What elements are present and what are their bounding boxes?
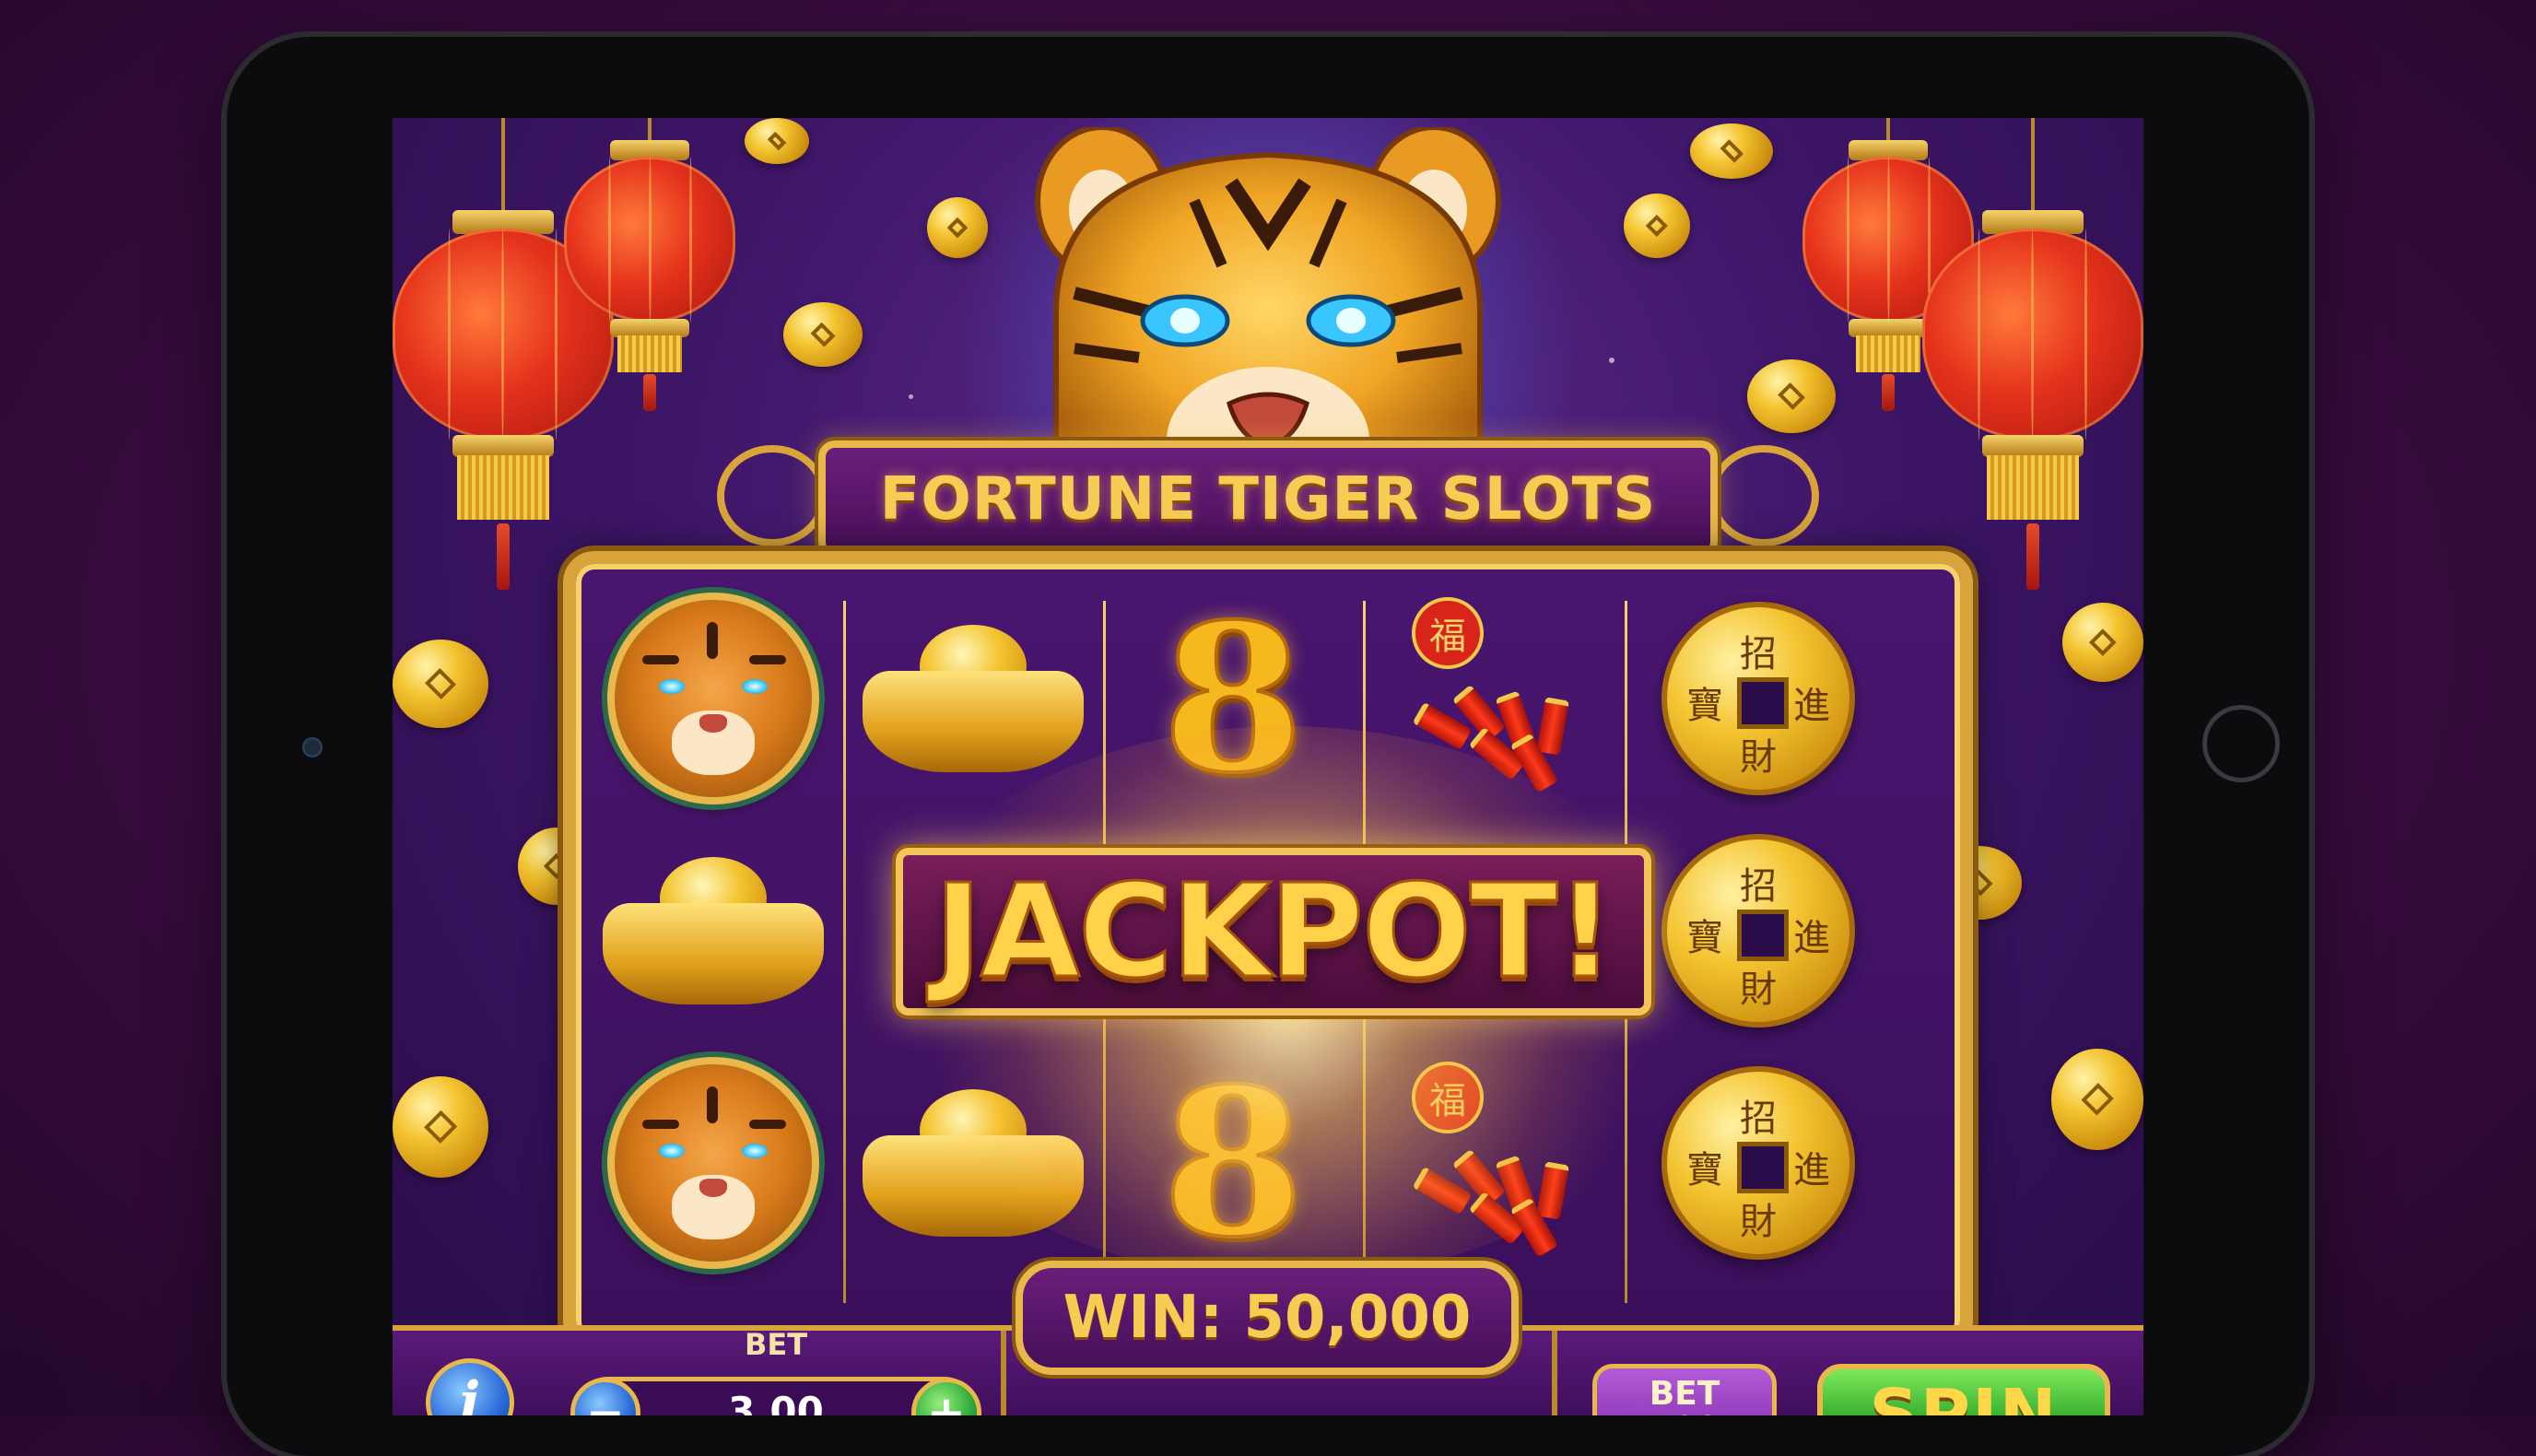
reel-1-row-2 — [589, 816, 838, 1045]
lantern-tail — [497, 523, 510, 590]
jackpot-text: JACKPOT! — [933, 855, 1616, 1008]
lantern-tassel — [1856, 335, 1920, 372]
title-ornament-right — [1708, 445, 1819, 546]
bet-value: 3.00 — [728, 1389, 824, 1415]
chinese-coin-icon: 招 寶 進 財 — [1661, 1066, 1855, 1260]
bet-100-line-1: BET — [1649, 1375, 1720, 1413]
coin-char-top: 招 — [1740, 633, 1777, 675]
gold-coin-icon — [927, 197, 988, 258]
home-button[interactable] — [2202, 705, 2280, 782]
lantern-cap — [1849, 319, 1928, 337]
lantern-left-small — [564, 118, 735, 413]
lantern-cap — [610, 319, 689, 337]
gold-coin-icon — [1747, 359, 1836, 433]
coin-char-bottom: 財 — [1740, 1201, 1777, 1243]
coin-char-bottom: 財 — [1740, 969, 1777, 1011]
lantern-cap — [452, 435, 554, 457]
lantern-body — [1922, 229, 2143, 440]
lantern-tail — [643, 374, 656, 411]
reel-divider — [843, 601, 846, 1303]
reel-1-row-3 — [589, 1049, 838, 1277]
lantern-tassel — [457, 455, 549, 520]
lantern-tassel — [617, 335, 682, 372]
lantern-string — [2031, 118, 2035, 219]
coin-char-right: 進 — [1793, 917, 1830, 959]
coin-char-left: 寶 — [1686, 685, 1723, 727]
bar-divider — [1001, 1331, 1006, 1415]
lantern-right-large — [1922, 118, 2143, 597]
tiger-symbol-icon — [607, 1057, 819, 1269]
gold-coin-icon — [783, 302, 863, 367]
gold-ingot-icon — [863, 625, 1084, 772]
gold-ingot-icon — [603, 857, 824, 1004]
coin-char-top: 招 — [1740, 865, 1777, 908]
game-title-plate: FORTUNE TIGER SLOTS — [818, 440, 1718, 558]
chinese-coin-icon: 招 寶 進 財 — [1661, 602, 1855, 795]
gold-coin-icon — [393, 1076, 488, 1178]
bet-100-line-2: 100 — [1650, 1412, 1719, 1416]
win-amount: WIN: 50,000 — [1063, 1284, 1472, 1352]
fu-seal: 福 — [1412, 597, 1484, 669]
lantern-body — [564, 157, 735, 323]
bet-100-button[interactable]: BET 100 — [1592, 1364, 1777, 1415]
gold-coin-icon — [2062, 603, 2143, 682]
lantern-string — [501, 118, 505, 219]
bar-divider — [1552, 1331, 1557, 1415]
win-display: WIN: 50,000 — [1016, 1261, 1519, 1375]
gold-coin-icon — [1690, 123, 1773, 179]
bet-decrease-button[interactable]: − — [570, 1378, 640, 1415]
game-title: FORTUNE TIGER SLOTS — [879, 465, 1657, 534]
jackpot-banner: JACKPOT! — [896, 848, 1651, 1016]
lantern-tassel — [1987, 455, 2079, 520]
camera-icon — [302, 737, 323, 757]
reel-5-row-1: 招 寶 進 財 — [1634, 584, 1883, 813]
reel-1-row-1 — [589, 584, 838, 813]
tiger-symbol-icon — [607, 593, 819, 804]
title-ornament-left — [717, 445, 828, 546]
coin-char-top: 招 — [1740, 1098, 1777, 1140]
game-screen: FORTUNE TIGER SLOTS 8 福 招 寶 進 財 招 寶 進 財 … — [393, 118, 2143, 1415]
bet-label: BET — [744, 1327, 808, 1362]
lantern-cap — [1982, 435, 2084, 457]
bet-stepper: − 3.00 + — [570, 1377, 981, 1415]
coin-char-bottom: 財 — [1740, 736, 1777, 779]
gold-coin-icon — [745, 118, 809, 164]
gold-coin-icon — [2051, 1049, 2143, 1150]
sparkle — [909, 394, 913, 399]
gold-coin-icon — [1624, 194, 1690, 258]
coin-char-right: 進 — [1793, 685, 1830, 727]
info-button[interactable]: i — [426, 1358, 514, 1415]
gold-coin-icon — [393, 640, 488, 728]
coin-char-left: 寶 — [1686, 1149, 1723, 1192]
coin-char-right: 進 — [1793, 1149, 1830, 1192]
spin-button[interactable]: SPIN — [1817, 1364, 2110, 1415]
bet-increase-button[interactable]: + — [911, 1378, 981, 1415]
lantern-tail — [2026, 523, 2039, 590]
lantern-tail — [1882, 374, 1895, 411]
